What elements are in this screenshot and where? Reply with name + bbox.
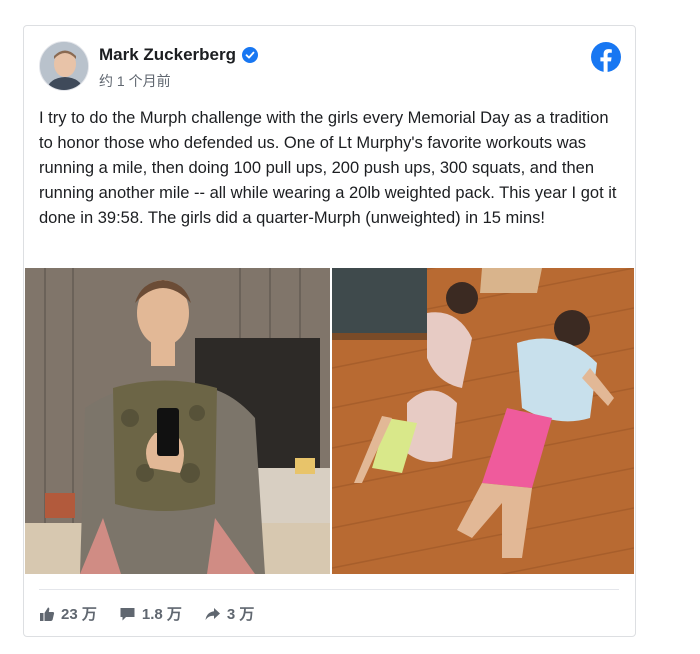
comment-action[interactable]: 1.8 万 — [119, 603, 182, 624]
author-avatar[interactable] — [39, 41, 89, 91]
share-arrow-icon — [205, 607, 220, 620]
author-name[interactable]: Mark Zuckerberg — [99, 45, 236, 65]
post-photo-left[interactable] — [25, 268, 330, 574]
post-action-bar: 23 万 1.8 万 3 万 — [39, 603, 254, 624]
girls-pushups-photo — [332, 268, 634, 574]
avatar-image — [40, 42, 88, 90]
selfie-photo — [25, 268, 330, 574]
post-text: I try to do the Murph challenge with the… — [39, 109, 617, 227]
footer-divider — [39, 589, 619, 590]
share-count: 3 万 — [226, 606, 255, 623]
post-timestamp[interactable]: 约 1 个月前 — [99, 71, 171, 91]
author-name-row: Mark Zuckerberg — [99, 45, 258, 65]
share-action[interactable]: 3 万 — [204, 603, 255, 624]
post-card: Mark Zuckerberg 约 1 个月前 I try to do the … — [23, 25, 636, 637]
post-photo-right[interactable] — [332, 268, 634, 574]
facebook-logo-icon[interactable] — [591, 42, 621, 72]
verified-badge-icon — [242, 47, 258, 63]
like-action[interactable]: 23 万 — [39, 603, 97, 624]
thumbs-up-icon — [40, 607, 55, 621]
comment-bubble-icon — [120, 607, 135, 620]
comment-count: 1.8 万 — [141, 606, 182, 623]
like-count: 23 万 — [61, 606, 97, 623]
